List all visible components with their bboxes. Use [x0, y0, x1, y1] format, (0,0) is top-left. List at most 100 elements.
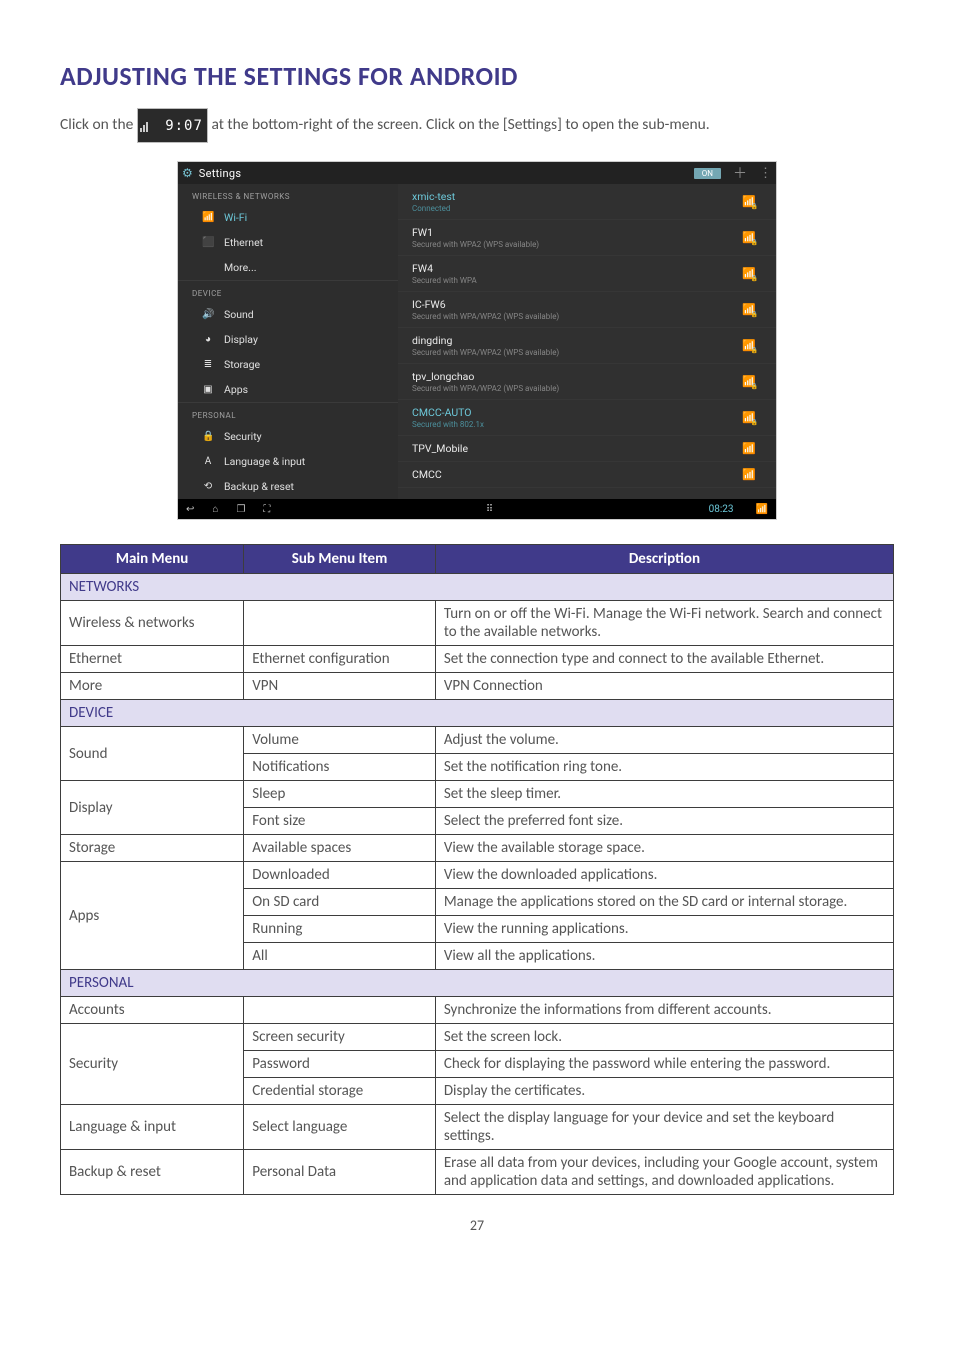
- sidebar-item[interactable]: ⬛ Ethernet: [178, 230, 398, 255]
- lock-icon: 🔒: [751, 239, 758, 246]
- wifi-secured-icon: 📶🔒: [742, 375, 756, 388]
- cell-desc: Select the display language for your dev…: [435, 1105, 893, 1150]
- page-heading: ADJUSTING THE SETTINGS FOR ANDROID: [60, 60, 894, 92]
- table-section-title: DEVICE: [61, 700, 894, 727]
- table-row: SecurityScreen securitySet the screen lo…: [61, 1024, 894, 1051]
- cell-main: Wireless & networks: [61, 601, 244, 646]
- table-row: Wireless & networks Turn on or off the Wi…: [61, 601, 894, 646]
- table-section-title: PERSONAL: [61, 970, 894, 997]
- cell-main: Storage: [61, 835, 244, 862]
- wifi-ssid: CMCC-AUTO: [412, 406, 742, 419]
- wifi-security-label: Secured with WPA2 (WPS available): [412, 240, 742, 249]
- sidebar-item-label: Apps: [224, 383, 248, 396]
- back-icon[interactable]: ↩: [186, 504, 194, 515]
- sidebar-category: PERSONAL: [178, 402, 398, 424]
- table-row: StorageAvailable spacesView the availabl…: [61, 835, 894, 862]
- cell-desc: VPN Connection: [435, 673, 893, 700]
- cell-main: Display: [61, 781, 244, 835]
- sidebar-item[interactable]: ALanguage & input: [178, 449, 398, 474]
- cell-sub: Available spaces: [244, 835, 436, 862]
- cell-desc: Manage the applications stored on the SD…: [435, 889, 893, 916]
- wifi-network-row[interactable]: IC-FW6Secured with WPA/WPA2 (WPS availab…: [398, 292, 776, 328]
- cell-sub: Select language: [244, 1105, 436, 1150]
- screenshot-icon[interactable]: ⛶: [263, 504, 270, 515]
- wifi-security-label: Connected: [412, 204, 742, 213]
- wifi-network-row[interactable]: CMCC-AUTOSecured with 802.1x📶🔒: [398, 400, 776, 436]
- overflow-menu-icon[interactable]: ⋮: [759, 166, 772, 181]
- settings-header: ⚙ Settings ON ＋ ⋮: [178, 162, 776, 184]
- wifi-network-row[interactable]: TPV_Mobile📶: [398, 436, 776, 462]
- table-row: MoreVPNVPN Connection: [61, 673, 894, 700]
- wifi-network-row[interactable]: tpv_longchaoSecured with WPA/WPA2 (WPS a…: [398, 364, 776, 400]
- recents-icon[interactable]: ❐: [236, 504, 245, 515]
- cell-desc: Set the sleep timer.: [435, 781, 893, 808]
- wifi-security-label: Secured with WPA/WPA2 (WPS available): [412, 312, 742, 321]
- sidebar-item-label: Security: [224, 430, 262, 443]
- display-icon: ◕: [202, 334, 214, 345]
- wifi-secured-icon: 📶🔒: [742, 411, 756, 424]
- cell-desc: Synchronize the informations from differ…: [435, 997, 893, 1024]
- sidebar-item[interactable]: 🔒 Security: [178, 424, 398, 449]
- navbar-wifi-icon: 📶: [756, 504, 768, 515]
- lock-icon: 🔒: [751, 383, 758, 390]
- sidebar-item[interactable]: 📶Wi-Fi: [178, 205, 398, 230]
- cell-main: Apps: [61, 862, 244, 970]
- wifi-ssid: CMCC: [412, 468, 742, 481]
- wifi-network-row[interactable]: FW1Secured with WPA2 (WPS available)📶🔒: [398, 220, 776, 256]
- table-row: AppsDownloadedView the downloaded applic…: [61, 862, 894, 889]
- wifi-ssid: xmic-test: [412, 190, 742, 203]
- sidebar-item[interactable]: 🔊Sound: [178, 302, 398, 327]
- wifi-network-row[interactable]: CMCC📶: [398, 462, 776, 488]
- cell-main: Security: [61, 1024, 244, 1105]
- security-icon: 🔒: [202, 431, 214, 442]
- clock-time: 9:07: [165, 112, 203, 140]
- wifi-toggle-on[interactable]: ON: [694, 168, 721, 179]
- settings-title: Settings: [199, 167, 242, 180]
- gear-icon: ⚙: [182, 166, 193, 180]
- cell-desc: Turn on or off the Wi-Fi. Manage the Wi-…: [435, 601, 893, 646]
- table-row: Backup & resetPersonal DataErase all dat…: [61, 1150, 894, 1195]
- cell-sub: On SD card: [244, 889, 436, 916]
- wifi-secured-icon: 📶🔒: [742, 195, 756, 208]
- col-main: Main Menu: [61, 545, 244, 574]
- sidebar-item[interactable]: ◕Display: [178, 327, 398, 352]
- sidebar-item[interactable]: ≣ Storage: [178, 352, 398, 377]
- wifi-list: xmic-testConnected📶🔒FW1Secured with WPA2…: [398, 184, 776, 499]
- cell-main: Backup & reset: [61, 1150, 244, 1195]
- table-section-row: DEVICE: [61, 700, 894, 727]
- cell-sub: Notifications: [244, 754, 436, 781]
- cell-sub: Running: [244, 916, 436, 943]
- sidebar-item[interactable]: More...: [178, 255, 398, 280]
- cell-desc: Adjust the volume.: [435, 727, 893, 754]
- table-section-title: NETWORKS: [61, 574, 894, 601]
- cell-main: Language & input: [61, 1105, 244, 1150]
- lock-icon: 🔒: [751, 275, 758, 282]
- home-icon[interactable]: ⌂: [212, 504, 218, 515]
- intro-before: Click on the: [60, 115, 137, 134]
- cell-sub: Downloaded: [244, 862, 436, 889]
- sidebar-item[interactable]: ⟲ Backup & reset: [178, 474, 398, 499]
- sidebar-item-label: Ethernet: [224, 236, 263, 249]
- table-row: DisplaySleepSet the sleep timer.: [61, 781, 894, 808]
- intro-after: at the bottom-right of the screen. Click…: [211, 115, 709, 134]
- wifi-network-row[interactable]: xmic-testConnected📶🔒: [398, 184, 776, 220]
- sidebar-item-label: More...: [224, 261, 257, 274]
- col-desc: Description: [435, 545, 893, 574]
- wifi-network-row[interactable]: FW4Secured with WPA📶🔒: [398, 256, 776, 292]
- sidebar-item-label: Backup & reset: [224, 480, 294, 493]
- backup-icon: ⟲: [202, 481, 214, 492]
- sidebar-item[interactable]: ▣Apps: [178, 377, 398, 402]
- ethernet-icon: ⬛: [202, 237, 214, 248]
- wifi-network-row[interactable]: dingdingSecured with WPA/WPA2 (WPS avail…: [398, 328, 776, 364]
- wifi-security-label: Secured with WPA/WPA2 (WPS available): [412, 384, 742, 393]
- col-sub: Sub Menu Item: [244, 545, 436, 574]
- sidebar-item-label: Wi-Fi: [224, 211, 247, 224]
- lock-icon: 🔒: [751, 419, 758, 426]
- storage-icon: ≣: [202, 359, 214, 370]
- sidebar-item-label: Storage: [224, 358, 260, 371]
- add-network-icon[interactable]: ＋: [733, 163, 747, 183]
- clock-chip: 9:07: [137, 108, 208, 143]
- apps-grid-icon[interactable]: ⠿: [486, 504, 493, 515]
- sidebar-category: DEVICE: [178, 280, 398, 302]
- lock-icon: 🔒: [751, 311, 758, 318]
